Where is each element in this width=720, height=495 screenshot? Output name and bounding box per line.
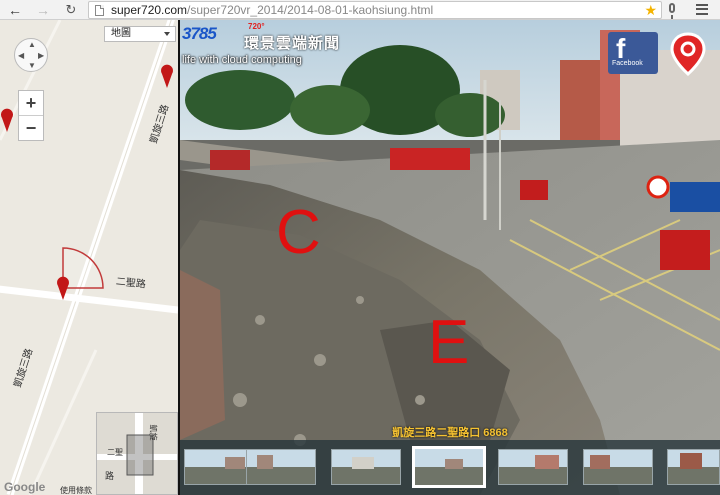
- thumbnail-6[interactable]: [583, 449, 653, 485]
- pan-left-icon[interactable]: ◀: [18, 52, 24, 60]
- minimap-label: 二聖: [107, 448, 123, 457]
- url-path: /super720vr_2014/2014-08-01-kaohsiung.ht…: [187, 3, 434, 17]
- map-marker-icon[interactable]: [161, 64, 173, 88]
- thumbnail-7[interactable]: [667, 449, 720, 485]
- facebook-button[interactable]: f Facebook: [608, 32, 658, 74]
- logo-tagline: life with cloud computing: [182, 54, 302, 66]
- star-icon[interactable]: ★: [644, 2, 657, 18]
- terms-link[interactable]: 使用條款: [60, 485, 92, 495]
- logo-720-label: 720°: [248, 22, 265, 31]
- pan-down-icon[interactable]: ▼: [28, 62, 36, 70]
- map-panel[interactable]: 地圖 ▲ ▼ ◀ ▶ + − 凱旋三路 二聖路 凱旋三路 凱旋 二聖 路 Goo…: [0, 20, 178, 495]
- logo-name: 環景雲端新聞: [244, 35, 341, 52]
- annotation-letter-e: E: [428, 308, 470, 377]
- map-type-select[interactable]: 地圖: [104, 26, 176, 42]
- road-label: 二聖路: [115, 276, 147, 291]
- pan-right-icon[interactable]: ▶: [38, 52, 44, 60]
- view-cone: [62, 247, 104, 289]
- overview-minimap[interactable]: 凱旋 二聖 路: [96, 412, 178, 495]
- map-type-label: 地圖: [111, 28, 131, 39]
- minimap-label: 路: [105, 471, 115, 481]
- panorama-viewer[interactable]: 3785 720° 環景雲端新聞 life with cloud computi…: [180, 20, 720, 495]
- thumbnail-4[interactable]: [412, 446, 486, 488]
- url-text: super720.com/super720vr_2014/2014-08-01-…: [111, 3, 433, 18]
- google-logo: Google: [4, 480, 46, 494]
- annotation-letter-c: C: [276, 198, 321, 267]
- thumbnail-1[interactable]: [184, 449, 254, 485]
- menu-icon[interactable]: [696, 4, 708, 15]
- minimap-label: 凱旋: [148, 424, 158, 441]
- location-pin-button[interactable]: [666, 30, 710, 76]
- zoom-out-button[interactable]: −: [19, 116, 43, 141]
- browser-toolbar: ← → ↻ super720.com/super720vr_2014/2014-…: [0, 0, 720, 20]
- url-host: super720.com: [111, 3, 188, 17]
- logo-number: 3785: [182, 24, 217, 44]
- back-icon[interactable]: ←: [6, 1, 24, 19]
- location-pin-icon: [670, 32, 706, 76]
- facebook-label: Facebook: [612, 60, 643, 67]
- address-bar[interactable]: super720.com/super720vr_2014/2014-08-01-…: [88, 1, 662, 19]
- forward-icon[interactable]: →: [34, 1, 52, 19]
- logo-number-blue: 3785: [182, 24, 217, 43]
- pan-control[interactable]: ▲ ▼ ◀ ▶: [14, 38, 48, 72]
- thumbnail-2[interactable]: [246, 449, 316, 485]
- thumbnail-3[interactable]: [331, 449, 401, 485]
- news-logo[interactable]: 3785 720° 環景雲端新聞 life with cloud computi…: [180, 22, 355, 68]
- thumbnail-strip: [180, 440, 720, 495]
- mic-icon[interactable]: [669, 3, 675, 19]
- zoom-in-button[interactable]: +: [19, 91, 43, 116]
- scene-caption: 凱旋三路二聖路口 6868: [392, 427, 508, 439]
- thumbnail-5[interactable]: [498, 449, 568, 485]
- minimap-viewport[interactable]: [126, 434, 154, 476]
- reload-icon[interactable]: ↻: [62, 1, 80, 19]
- chevron-down-icon: [164, 32, 170, 36]
- pan-up-icon[interactable]: ▲: [28, 41, 36, 49]
- zoom-control: + −: [18, 90, 44, 141]
- page-icon: [95, 5, 104, 16]
